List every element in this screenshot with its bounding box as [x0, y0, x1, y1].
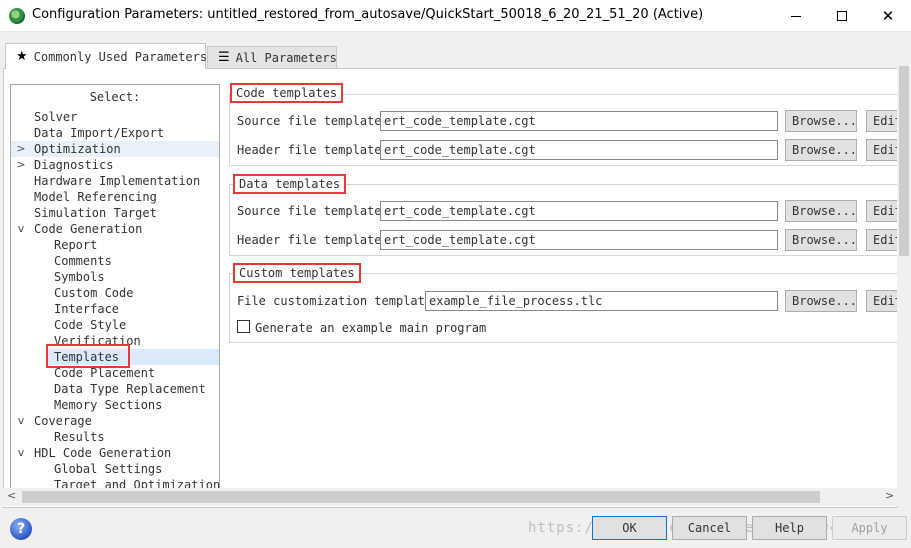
custom-templates-title: Custom templates: [233, 263, 361, 283]
data-templates-title: Data templates: [233, 174, 347, 194]
tree-item-diagnostics[interactable]: Diagnostics: [34, 157, 113, 173]
code-source-browse-button[interactable]: Browse...: [785, 110, 857, 132]
code-templates-title: Code templates: [230, 83, 344, 103]
vertical-scroll-thumb[interactable]: [899, 66, 909, 256]
close-button[interactable]: ✕: [865, 0, 911, 32]
code-header-label: Header file template:: [237, 143, 389, 157]
scroll-left-icon[interactable]: <: [7, 489, 16, 502]
tree-item-results[interactable]: Results: [54, 429, 105, 445]
minimize-icon: [791, 15, 801, 17]
horizontal-scroll-thumb[interactable]: [22, 491, 820, 503]
minimize-button[interactable]: [773, 0, 819, 32]
code-header-browse-button[interactable]: Browse...: [785, 139, 857, 161]
cancel-button[interactable]: Cancel: [672, 516, 747, 540]
category-tree: Select: Solver Data Import/Export > Opti…: [10, 84, 220, 490]
file-customization-label: File customization template:: [237, 294, 440, 308]
tree-header: Select:: [89, 90, 141, 104]
data-header-label: Header file template:: [237, 233, 389, 247]
data-header-field[interactable]: ert_code_template.cgt: [380, 230, 778, 250]
maximize-button[interactable]: [819, 0, 865, 32]
tree-item-data-import-export[interactable]: Data Import/Export: [34, 125, 164, 141]
code-source-label: Source file template:: [237, 114, 389, 128]
tree-item-global-settings[interactable]: Global Settings: [54, 461, 162, 477]
tree-item-model-referencing[interactable]: Model Referencing: [34, 189, 157, 205]
code-header-field[interactable]: ert_code_template.cgt: [380, 140, 778, 160]
tree-item-simulation-target[interactable]: Simulation Target: [34, 205, 157, 221]
tree-item-comments[interactable]: Comments: [54, 253, 112, 269]
tree-item-solver[interactable]: Solver: [34, 109, 77, 125]
tree-item-hardware-implementation[interactable]: Hardware Implementation: [34, 173, 200, 189]
tree-item-custom-code[interactable]: Custom Code: [54, 285, 133, 301]
data-source-label: Source file template:: [237, 204, 389, 218]
tab-label: All Parameters: [235, 50, 337, 65]
ok-button[interactable]: OK: [592, 516, 667, 540]
generate-main-label: Generate an example main program: [255, 321, 487, 335]
tab-all-parameters[interactable]: ☰ All Parameters: [207, 46, 337, 68]
data-source-browse-button[interactable]: Browse...: [785, 200, 857, 222]
chevron-down-icon[interactable]: v: [16, 446, 26, 459]
chevron-right-icon[interactable]: >: [16, 142, 26, 155]
apply-button[interactable]: Apply: [832, 516, 907, 540]
file-customization-field[interactable]: example_file_process.tlc: [425, 291, 778, 311]
star-icon: ★: [16, 49, 28, 64]
tree-item-memory-sections[interactable]: Memory Sections: [54, 397, 162, 413]
tree-item-symbols[interactable]: Symbols: [54, 269, 105, 285]
scroll-right-icon[interactable]: >: [885, 489, 894, 502]
help-icon[interactable]: ?: [10, 518, 32, 540]
code-source-field[interactable]: ert_code_template.cgt: [380, 111, 778, 131]
list-icon: ☰: [218, 50, 230, 65]
tree-item-hdl-code-generation[interactable]: HDL Code Generation: [34, 445, 171, 461]
file-customization-browse-button[interactable]: Browse...: [785, 290, 857, 312]
window-title: Configuration Parameters: untitled_resto…: [32, 7, 704, 22]
title-bar: Configuration Parameters: untitled_resto…: [0, 0, 911, 32]
templates-highlight: [46, 344, 130, 368]
chevron-down-icon[interactable]: v: [16, 222, 26, 235]
tree-item-coverage[interactable]: Coverage: [34, 413, 92, 429]
tree-item-code-style[interactable]: Code Style: [54, 317, 126, 333]
tree-item-data-type-replacement[interactable]: Data Type Replacement: [54, 381, 206, 397]
data-header-browse-button[interactable]: Browse...: [785, 229, 857, 251]
tree-item-interface[interactable]: Interface: [54, 301, 119, 317]
help-button[interactable]: Help: [752, 516, 827, 540]
data-source-field[interactable]: ert_code_template.cgt: [380, 201, 778, 221]
tab-label: Commonly Used Parameters: [33, 49, 208, 64]
tree-item-report[interactable]: Report: [54, 237, 97, 253]
app-icon: [9, 8, 25, 24]
tree-item-optimization[interactable]: Optimization: [34, 141, 121, 157]
vertical-scrollbar[interactable]: [897, 32, 911, 488]
chevron-down-icon[interactable]: v: [16, 414, 26, 427]
tab-commonly-used[interactable]: ★ Commonly Used Parameters: [5, 43, 208, 69]
close-icon: ✕: [881, 6, 895, 25]
chevron-right-icon[interactable]: >: [16, 158, 26, 171]
generate-main-checkbox[interactable]: [237, 320, 250, 333]
maximize-icon: [837, 11, 847, 21]
horizontal-scrollbar[interactable]: < >: [3, 488, 898, 506]
tree-item-code-generation[interactable]: Code Generation: [34, 221, 142, 237]
